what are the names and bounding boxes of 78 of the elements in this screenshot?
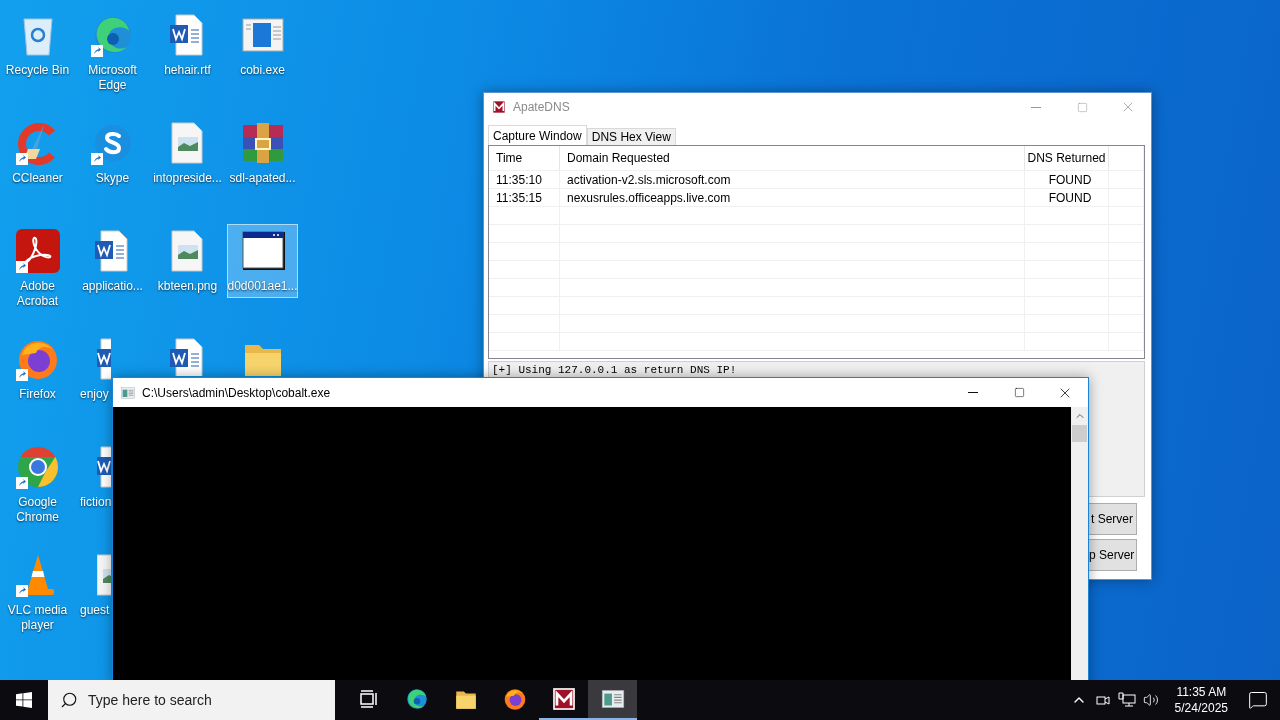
shortcut-arrow-icon bbox=[15, 585, 28, 597]
console-window-icon bbox=[120, 384, 136, 401]
search-field[interactable]: Type here to search bbox=[48, 680, 335, 720]
table-cell: FOUND bbox=[1025, 189, 1109, 206]
shortcut-arrow-icon bbox=[15, 369, 28, 381]
desktop-icon[interactable]: kbteen.png bbox=[152, 224, 223, 298]
desktop-icon-label: Google Chrome bbox=[15, 495, 60, 525]
maximize-icon bbox=[1013, 387, 1025, 398]
desktop-icon[interactable]: cobi.exe bbox=[227, 8, 298, 82]
minimize-icon bbox=[968, 392, 978, 393]
desktop-icon[interactable]: CCleaner bbox=[2, 116, 73, 190]
desktop-icon[interactable]: hehair.rtf bbox=[152, 8, 223, 82]
desktop-icon-label: d0d001ae1... bbox=[227, 279, 298, 294]
server-button[interactable]: p Server bbox=[1089, 539, 1137, 571]
desktop-icon[interactable]: Firefox bbox=[2, 332, 73, 406]
desktop-icon[interactable]: Adobe Acrobat bbox=[2, 224, 73, 313]
log-line: [+] Using 127.0.0.1 as return DNS IP! bbox=[492, 364, 738, 376]
search-icon bbox=[60, 691, 78, 709]
notifications-icon[interactable] bbox=[1248, 690, 1268, 710]
taskbar-app-button[interactable] bbox=[588, 680, 637, 720]
column-header[interactable]: Time bbox=[489, 146, 560, 170]
apatedns-logo-icon bbox=[491, 99, 507, 115]
desktop-icon-label: enjoy bbox=[80, 387, 109, 402]
scroll-thumb[interactable] bbox=[1072, 425, 1087, 442]
shortcut-arrow-icon bbox=[90, 45, 103, 57]
desktop-icon[interactable]: VLC media player bbox=[2, 548, 73, 637]
image-file-icon bbox=[97, 551, 111, 599]
column-header[interactable]: Domain Requested bbox=[560, 146, 1025, 170]
shortcut-arrow-icon bbox=[15, 153, 28, 165]
table-cell: activation-v2.sls.microsoft.com bbox=[560, 171, 1025, 188]
minimize-icon bbox=[1031, 106, 1041, 108]
shortcut-arrow-icon bbox=[15, 261, 28, 273]
tab[interactable]: DNS Hex View bbox=[586, 128, 676, 145]
desktop-icon[interactable]: intopreside... bbox=[152, 116, 223, 190]
maximize-icon bbox=[1076, 101, 1088, 113]
desktop-icon-label: Skype bbox=[95, 171, 130, 186]
desktop-icon-label: sdl-apated... bbox=[229, 171, 296, 186]
table-cell: FOUND bbox=[1025, 171, 1109, 188]
desktop-icon-label: intopreside... bbox=[153, 171, 222, 186]
windows-logo-icon bbox=[16, 692, 32, 708]
desktop-icon-label: cobi.exe bbox=[240, 63, 285, 78]
desktop-icon-label: Recycle Bin bbox=[5, 63, 70, 78]
acrobat-icon bbox=[13, 227, 62, 275]
desktop-icon-label: guest bbox=[80, 603, 110, 618]
desktop-icon-label: VLC media player bbox=[6, 603, 69, 633]
desktop-icon[interactable]: Recycle Bin bbox=[2, 8, 73, 82]
desktop-icon-label: Microsoft Edge bbox=[87, 63, 138, 93]
desktop-icon[interactable]: applicatio... bbox=[77, 224, 148, 298]
shortcut-arrow-icon bbox=[15, 477, 28, 489]
table-cell: 11:35:10 bbox=[489, 171, 560, 188]
table-cell: nexusrules.officeapps.live.com bbox=[560, 189, 1025, 206]
desktop-icon[interactable]: Microsoft Edge bbox=[77, 8, 148, 97]
desktop-icon[interactable]: enjoy bbox=[77, 332, 112, 406]
task-view-icon bbox=[357, 689, 378, 709]
desktop-icon-label: applicatio... bbox=[82, 279, 143, 294]
clock[interactable]: 11:35 AM 5/24/2025 bbox=[1166, 684, 1236, 716]
desktop-icon-label: kbteen.png bbox=[157, 279, 218, 294]
volume-icon[interactable] bbox=[1142, 692, 1159, 708]
desktop-icon-label: hehair.rtf bbox=[164, 63, 211, 78]
desktop-icon[interactable]: sdl-apated... bbox=[227, 116, 298, 190]
scrollbar[interactable] bbox=[1071, 407, 1088, 680]
desktop-icon-label: fiction bbox=[80, 495, 111, 510]
desktop-icon-label: Adobe Acrobat bbox=[15, 279, 60, 309]
tab[interactable]: Capture Window bbox=[488, 125, 587, 145]
desktop-icon[interactable]: Skype bbox=[77, 116, 148, 190]
window-title: ApateDNS bbox=[513, 100, 571, 114]
column-header[interactable]: DNS Returned bbox=[1025, 146, 1109, 170]
desktop-icon[interactable]: d0d001ae1... bbox=[227, 224, 298, 298]
network-icon[interactable] bbox=[1117, 692, 1136, 708]
window-title: C:\Users\admin\Desktop\cobalt.exe bbox=[142, 385, 332, 400]
desktop-icon[interactable]: Google Chrome bbox=[2, 440, 73, 529]
table-cell: 11:35:15 bbox=[489, 189, 560, 206]
shortcut-arrow-icon bbox=[90, 153, 103, 165]
apatedns-logo-icon bbox=[550, 686, 577, 712]
word-document-icon bbox=[97, 335, 111, 383]
server-button[interactable]: t Server bbox=[1089, 503, 1137, 535]
desktop-icon-label: CCleaner bbox=[12, 171, 63, 186]
desktop-icon-label: Firefox bbox=[19, 387, 56, 402]
